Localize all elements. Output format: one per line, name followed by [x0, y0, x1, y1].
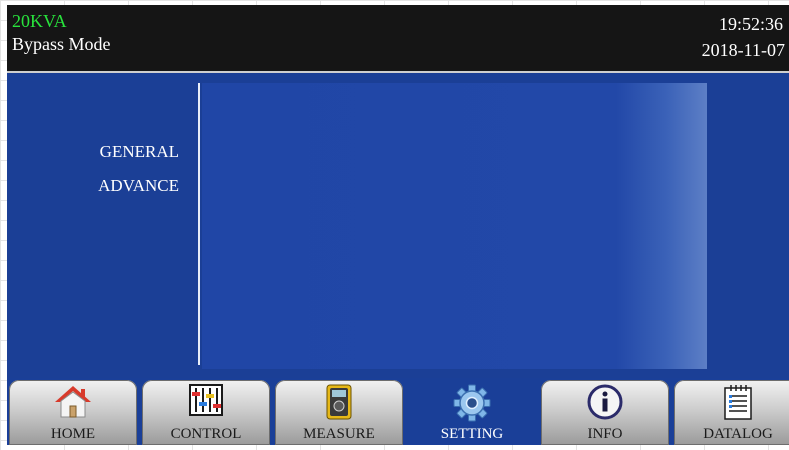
multimeter-icon — [326, 384, 352, 425]
tab-home-label: HOME — [50, 426, 96, 442]
menu-divider — [198, 83, 200, 365]
tab-setting[interactable]: SETTING — [408, 380, 536, 445]
settings-content-panel — [202, 83, 707, 369]
tab-setting-label: SETTING — [440, 426, 504, 442]
status-bar: 20KVA Bypass Mode 19:52:36 2018-11-07 — [7, 5, 789, 73]
tab-control-label: CONTROL — [170, 426, 242, 442]
ups-display: 20KVA Bypass Mode 19:52:36 2018-11-07 GE… — [7, 5, 789, 445]
tab-datalog[interactable]: DATALOG — [674, 380, 789, 445]
tab-measure[interactable]: MEASURE — [275, 380, 403, 445]
tab-info[interactable]: INFO — [541, 380, 669, 445]
gear-icon — [452, 384, 492, 427]
settings-main: GENERAL ADVANCE — [7, 73, 789, 378]
tab-measure-label: MEASURE — [303, 426, 375, 442]
home-icon — [53, 384, 93, 423]
notebook-icon — [723, 384, 753, 425]
mode-label: Bypass Mode — [12, 34, 111, 54]
tab-datalog-label: DATALOG — [703, 426, 773, 442]
menu-item-general[interactable]: GENERAL — [100, 142, 179, 162]
menu-item-advance[interactable]: ADVANCE — [98, 176, 179, 196]
info-icon — [587, 384, 623, 425]
sliders-icon — [189, 384, 223, 421]
tab-info-label: INFO — [587, 426, 623, 442]
model-label: 20KVA — [12, 11, 67, 31]
bottom-tab-bar: HOME CONTROL MEASURE SETTING INFO DATALO… — [7, 378, 789, 445]
tab-home[interactable]: HOME — [9, 380, 137, 445]
tab-control[interactable]: CONTROL — [142, 380, 270, 445]
clock-time: 19:52:36 — [718, 14, 783, 34]
clock-date: 2018-11-07 — [701, 40, 785, 60]
